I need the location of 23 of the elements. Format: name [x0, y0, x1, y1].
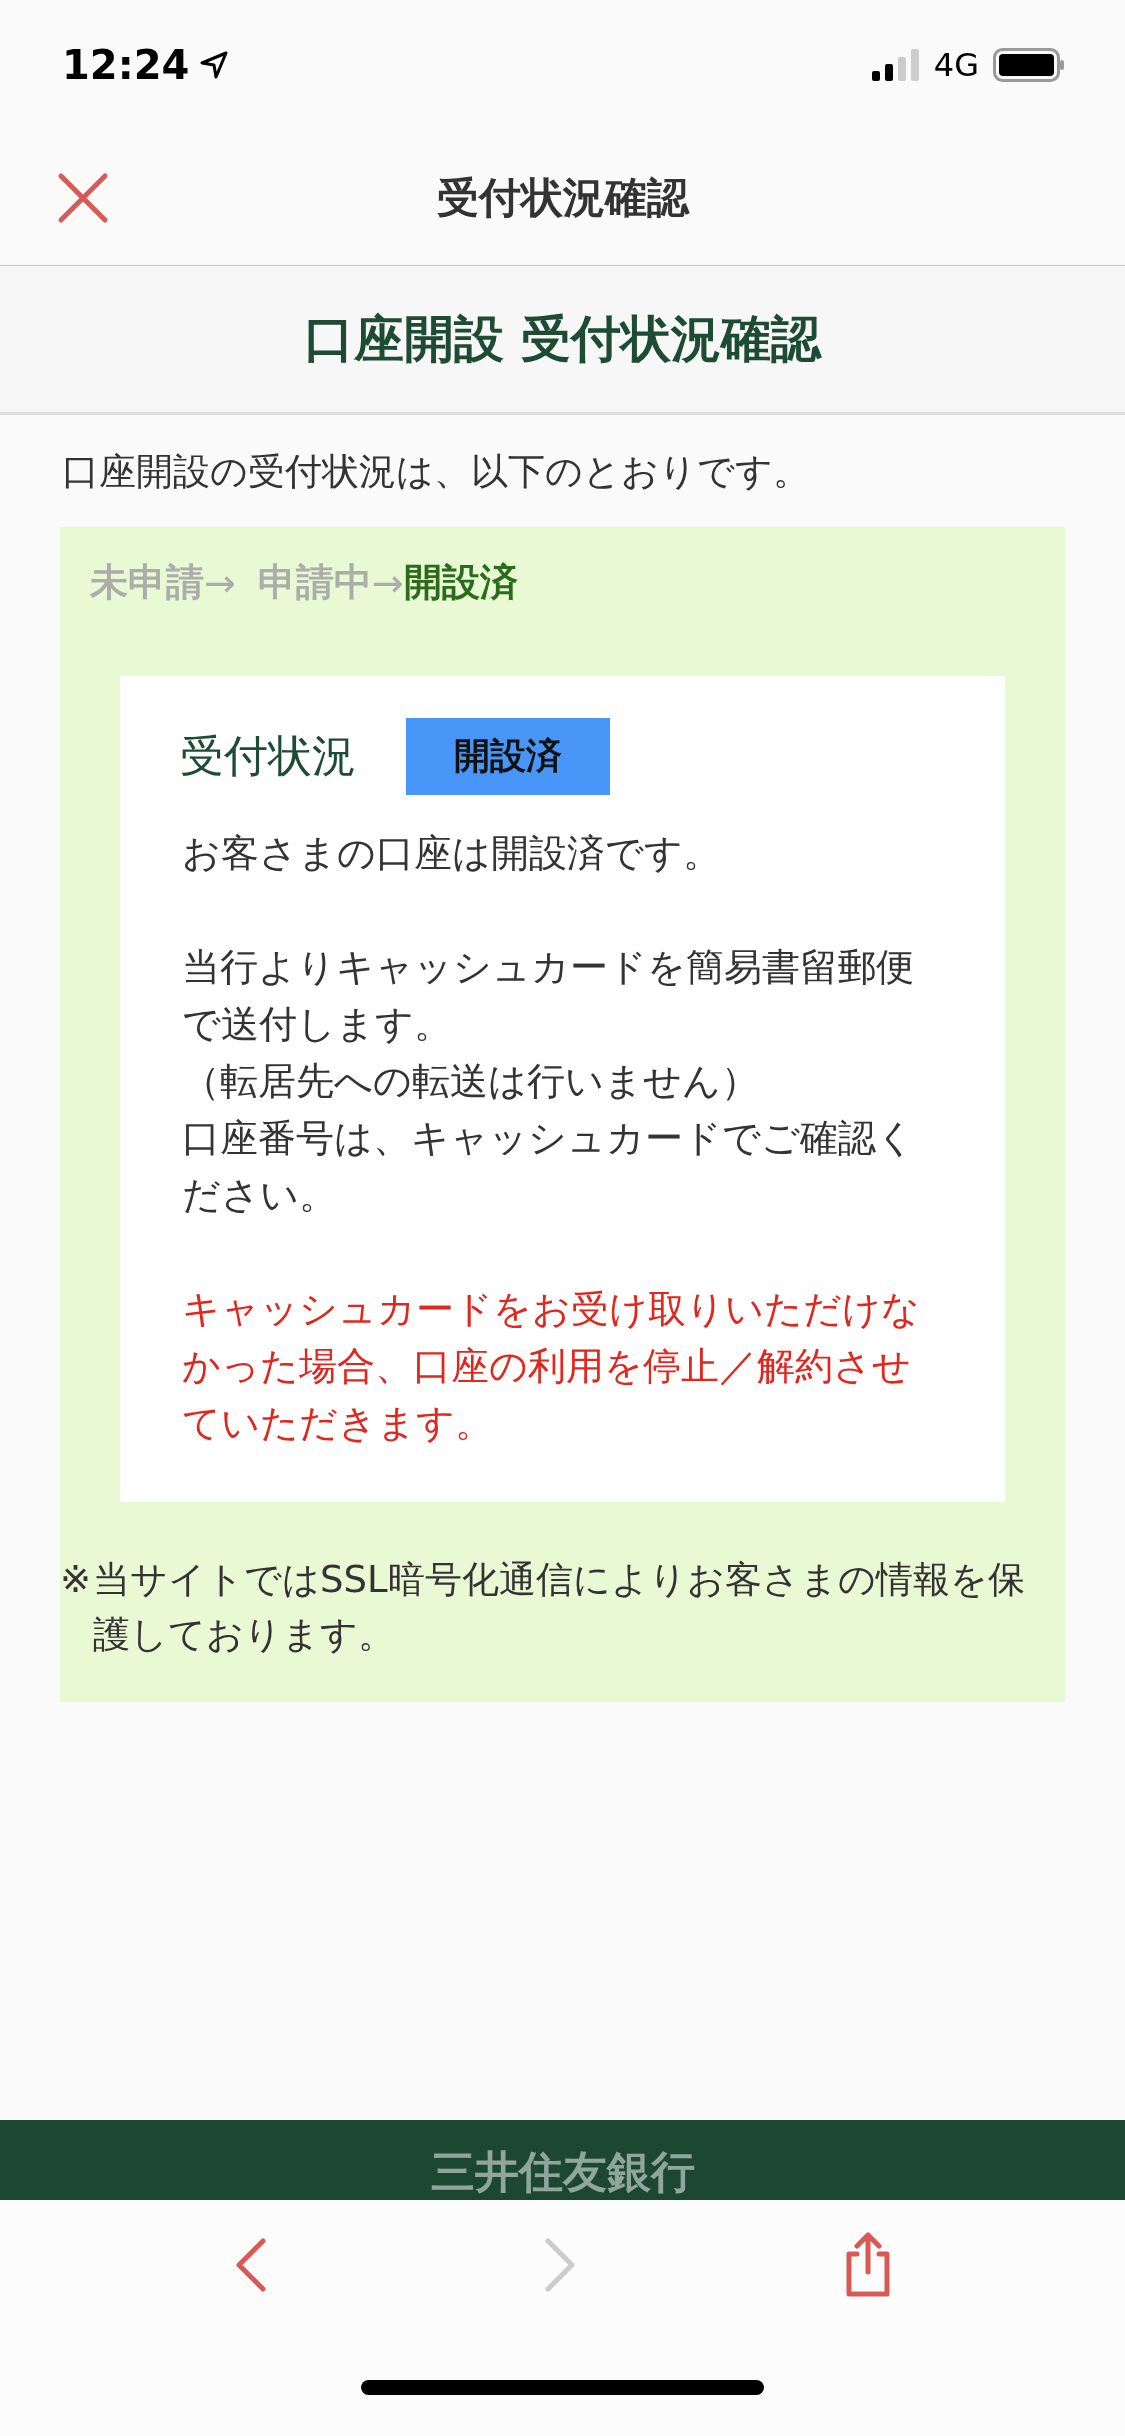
step-arrow: →	[371, 560, 404, 605]
signal-icon	[871, 49, 920, 81]
status-message: 当行よりキャッシュカードを簡易書留郵便で送付します。	[182, 944, 915, 1048]
battery-icon	[993, 48, 1065, 82]
status-badge: 開設済	[406, 718, 610, 795]
security-note: 当サイトではSSL暗号化通信によりお客さまの情報を保護しております。	[92, 1557, 1026, 1658]
status-message: お客さまの口座は開設済です。	[182, 830, 722, 877]
section-title: 口座開設 受付状況確認	[303, 308, 822, 370]
location-arrow-icon	[199, 50, 230, 80]
progress-step: 開設済	[403, 557, 518, 608]
status-label: 受付状況	[180, 729, 356, 783]
note-mark: ※	[60, 1557, 91, 1603]
progress-step: 申請中	[257, 557, 372, 608]
status-time: 12:24	[62, 42, 190, 88]
network-label: 4G	[933, 46, 979, 84]
status-message: （転居先への転送は行いません）	[182, 1058, 760, 1105]
warning-text: キャッシュカードをお受け取りいただけなかった場合、口座の利用を停止／解約させていただきます。	[182, 1286, 921, 1447]
nav-title: 受付状況確認	[436, 171, 689, 224]
bank-name: 三井住友銀行	[430, 2145, 695, 2199]
status-message: 口座番号は、キャッシュカードでご確認ください。	[182, 1115, 916, 1219]
step-arrow: →	[204, 560, 236, 605]
progress-step: 未申請	[90, 557, 204, 608]
intro-text: 口座開設の受付状況は、以下のとおりです。	[62, 449, 811, 495]
